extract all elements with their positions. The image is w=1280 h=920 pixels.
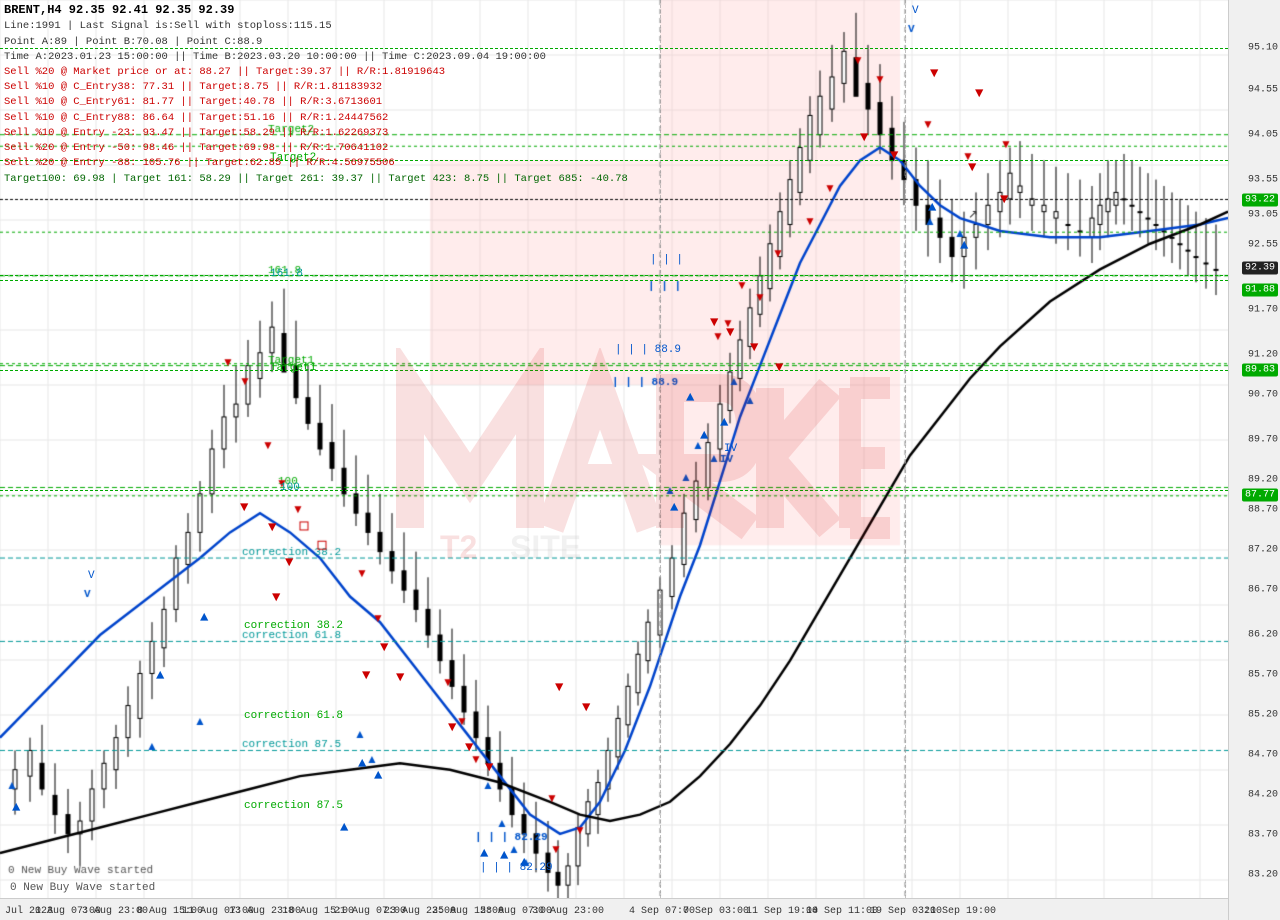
- price-9510: 95.10: [1248, 43, 1278, 54]
- price-9255: 92.55: [1248, 240, 1278, 251]
- time-label-17: 21 Sep 19:00: [924, 906, 996, 917]
- chart-canvas: [0, 0, 1228, 898]
- time-label-15: 14 Sep 11:00: [806, 906, 878, 917]
- price-8420: 84.20: [1248, 790, 1278, 801]
- price-9188: 91.88: [1242, 285, 1278, 296]
- price-9120: 91.20: [1248, 350, 1278, 361]
- price-8670: 86.70: [1248, 585, 1278, 596]
- time-label-13: 7 Sep 03:00: [683, 906, 749, 917]
- price-9239: 92.39: [1242, 263, 1278, 274]
- price-8777: 87.77: [1242, 490, 1278, 501]
- price-8920: 89.20: [1248, 475, 1278, 486]
- price-8570: 85.70: [1248, 670, 1278, 681]
- price-9455: 94.55: [1248, 85, 1278, 96]
- price-8970: 89.70: [1248, 435, 1278, 446]
- price-9405: 94.05: [1248, 130, 1278, 141]
- price-8470: 84.70: [1248, 750, 1278, 761]
- price-8870: 88.70: [1248, 505, 1278, 516]
- price-axis: 95.10 94.55 94.05 93.55 93.22 93.05 92.5…: [1228, 0, 1280, 920]
- chart-container: BRENT,H4 92.35 92.41 92.35 92.39 Line:19…: [0, 0, 1280, 920]
- price-8370: 83.70: [1248, 830, 1278, 841]
- price-8520: 85.20: [1248, 710, 1278, 721]
- price-9355: 93.55: [1248, 175, 1278, 186]
- price-8320: 83.20: [1248, 870, 1278, 881]
- price-8620: 86.20: [1248, 630, 1278, 641]
- price-9322: 93.22: [1242, 195, 1278, 206]
- price-9170: 91.70: [1248, 305, 1278, 316]
- time-axis: 27 Jul 2023 1 Aug 07:00 3 Aug 23:00 8 Au…: [0, 898, 1228, 920]
- bottom-label: 0 New Buy Wave started: [10, 882, 155, 894]
- price-9305: 93.05: [1248, 210, 1278, 221]
- price-8720: 87.20: [1248, 545, 1278, 556]
- price-9070: 90.70: [1248, 390, 1278, 401]
- time-label-11: 30 Aug 23:00: [532, 906, 604, 917]
- price-8983: 89.83: [1242, 365, 1278, 376]
